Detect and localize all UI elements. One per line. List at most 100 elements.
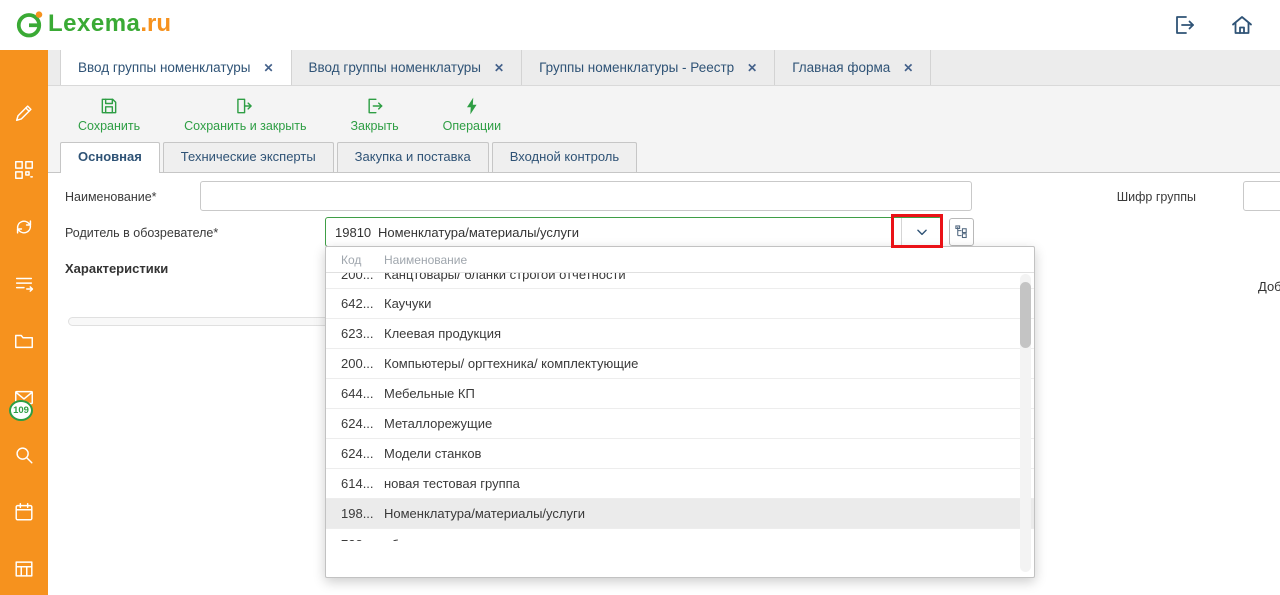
row-name: Мебельные КП xyxy=(384,386,1034,401)
sidebar: 109 xyxy=(0,50,48,595)
row-name: Канцтовары/ бланки строгой отчетности xyxy=(384,273,1034,282)
dropdown-row-partial-top[interactable]: 200... Канцтовары/ бланки строгой отчетн… xyxy=(326,273,1034,289)
row-name: обол... xyxy=(384,537,1034,542)
tab-bar: Ввод группы номенклатуры ✕ Ввод группы н… xyxy=(48,50,1280,86)
tab-label: Группы номенклатуры - Реестр xyxy=(539,60,734,75)
save-icon xyxy=(99,96,119,116)
tab-nomgroup-registry[interactable]: Группы номенклатуры - Реестр ✕ xyxy=(522,50,775,85)
row-name: Металлорежущие xyxy=(384,416,1034,431)
row-name: Клеевая продукция xyxy=(384,326,1034,341)
subtab-incoming-control[interactable]: Входной контроль xyxy=(492,142,637,172)
parent-name-value: Номенклатура/материалы/услуги xyxy=(378,225,901,240)
row-name: Номенклатура/материалы/услуги xyxy=(384,506,1034,521)
row-code: 200... xyxy=(326,356,384,371)
dropdown-row-partial-bottom[interactable]: 728... обол... xyxy=(326,529,1034,541)
close-form-button[interactable]: Закрыть xyxy=(351,96,399,133)
dropdown-arrow-button[interactable] xyxy=(901,218,941,246)
row-code: 623... xyxy=(326,326,384,341)
logo-tld: .ru xyxy=(140,10,171,38)
dropdown-scrollbar-track[interactable] xyxy=(1020,274,1031,572)
dropdown-row[interactable]: 644... Мебельные КП xyxy=(326,379,1034,409)
parent-code-value: 19810 xyxy=(326,225,378,240)
dropdown-row[interactable]: 624... Модели станков xyxy=(326,439,1034,469)
dropdown-row-selected[interactable]: 198... Номенклатура/материалы/услуги xyxy=(326,499,1034,529)
dropdown-row[interactable]: 623... Клеевая продукция xyxy=(326,319,1034,349)
tab-nomgroup-entry-2[interactable]: Ввод группы номенклатуры ✕ xyxy=(292,50,523,85)
row-code: 644... xyxy=(326,386,384,401)
subtab-main[interactable]: Основная xyxy=(60,142,160,173)
name-input[interactable] xyxy=(200,181,972,211)
row-name: Компьютеры/ оргтехника/ комплектующие xyxy=(384,356,1034,371)
row-code: 614... xyxy=(326,476,384,491)
row-code: 198... xyxy=(326,506,384,521)
toolbar-button-label: Сохранить xyxy=(78,119,140,133)
row-name: новая тестовая группа xyxy=(384,476,1034,491)
edit-icon[interactable] xyxy=(13,102,35,124)
toolbar-button-label: Закрыть xyxy=(351,119,399,133)
tree-view-button[interactable] xyxy=(949,218,974,246)
parent-label: Родитель в обозревателе* xyxy=(65,226,218,240)
mailing-list-icon[interactable] xyxy=(13,273,35,295)
chevron-down-icon xyxy=(915,225,929,239)
row-code: 728... xyxy=(326,537,384,542)
tab-label: Главная форма xyxy=(792,60,890,75)
lexema-app-window: Lexema .ru 109 xyxy=(0,0,1280,595)
logo-mark-icon xyxy=(14,9,44,39)
tree-view-icon xyxy=(954,225,969,240)
tab-close-icon[interactable]: ✕ xyxy=(903,61,913,75)
save-close-icon xyxy=(235,96,255,116)
apps-grid-icon[interactable] xyxy=(13,159,35,181)
parent-combobox[interactable]: 19810 Номенклатура/материалы/услуги xyxy=(325,217,942,247)
subtab-purchase-delivery[interactable]: Закупка и поставка xyxy=(337,142,489,172)
dropdown-scrollbar-thumb[interactable] xyxy=(1020,282,1031,348)
row-code: 200... xyxy=(326,273,384,282)
tab-label: Ввод группы номенклатуры xyxy=(309,60,481,75)
cipher-label: Шифр группы xyxy=(1114,190,1196,204)
logo-text: Lexema xyxy=(48,10,140,38)
close-form-icon xyxy=(365,96,385,116)
header-actions xyxy=(1172,13,1254,37)
add-button[interactable]: Добав xyxy=(1258,279,1280,294)
dropdown-header-row: Код Наименование xyxy=(326,247,1034,273)
row-code: 624... xyxy=(326,446,384,461)
registry-table-icon[interactable] xyxy=(13,558,35,580)
characteristics-label: Характеристики xyxy=(65,261,168,276)
switch-window-icon[interactable] xyxy=(1172,13,1196,37)
tab-nomgroup-entry-1[interactable]: Ввод группы номенклатуры ✕ xyxy=(60,50,292,85)
dropdown-row[interactable]: 642... Каучуки xyxy=(326,289,1034,319)
search-icon[interactable] xyxy=(13,444,35,466)
dropdown-row[interactable]: 624... Металлорежущие xyxy=(326,409,1034,439)
dropdown-row[interactable]: 614... новая тестовая группа xyxy=(326,469,1034,499)
save-button[interactable]: Сохранить xyxy=(78,96,140,133)
home-icon[interactable] xyxy=(1230,13,1254,37)
toolbar-button-label: Операции xyxy=(443,119,501,133)
operations-bolt-icon xyxy=(462,96,482,116)
subtab-technical-experts[interactable]: Технические эксперты xyxy=(163,142,334,172)
tab-main-form[interactable]: Главная форма ✕ xyxy=(775,50,931,85)
column-header-name: Наименование xyxy=(384,253,1034,267)
cipher-input[interactable] xyxy=(1243,181,1280,211)
row-name: Модели станков xyxy=(384,446,1034,461)
save-and-close-button[interactable]: Сохранить и закрыть xyxy=(184,96,306,133)
mail-unread-badge: 109 xyxy=(9,400,33,421)
dropdown-row[interactable]: 200... Компьютеры/ оргтехника/ комплекту… xyxy=(326,349,1034,379)
app-header: Lexema .ru xyxy=(0,0,1280,50)
toolbar: Сохранить Сохранить и закрыть Закрыть Оп… xyxy=(48,86,1280,142)
tab-label: Ввод группы номенклатуры xyxy=(78,60,250,75)
operations-button[interactable]: Операции xyxy=(443,96,501,133)
folder-icon[interactable] xyxy=(13,330,35,352)
tab-close-icon[interactable]: ✕ xyxy=(747,61,757,75)
row-name: Каучуки xyxy=(384,296,1034,311)
calendar-icon[interactable] xyxy=(13,501,35,523)
row-code: 624... xyxy=(326,416,384,431)
subtab-bar: Основная Технические эксперты Закупка и … xyxy=(48,142,1280,173)
tab-close-icon[interactable]: ✕ xyxy=(494,61,504,75)
parent-dropdown-popup: Код Наименование 200... Канцтовары/ блан… xyxy=(325,246,1035,578)
lexema-logo[interactable]: Lexema .ru xyxy=(14,9,171,39)
tab-close-icon[interactable]: ✕ xyxy=(263,61,273,75)
toolbar-button-label: Сохранить и закрыть xyxy=(184,119,306,133)
row-code: 642... xyxy=(326,296,384,311)
mail-icon[interactable]: 109 xyxy=(13,387,35,409)
sync-icon[interactable] xyxy=(13,216,35,238)
column-header-code: Код xyxy=(326,253,384,267)
